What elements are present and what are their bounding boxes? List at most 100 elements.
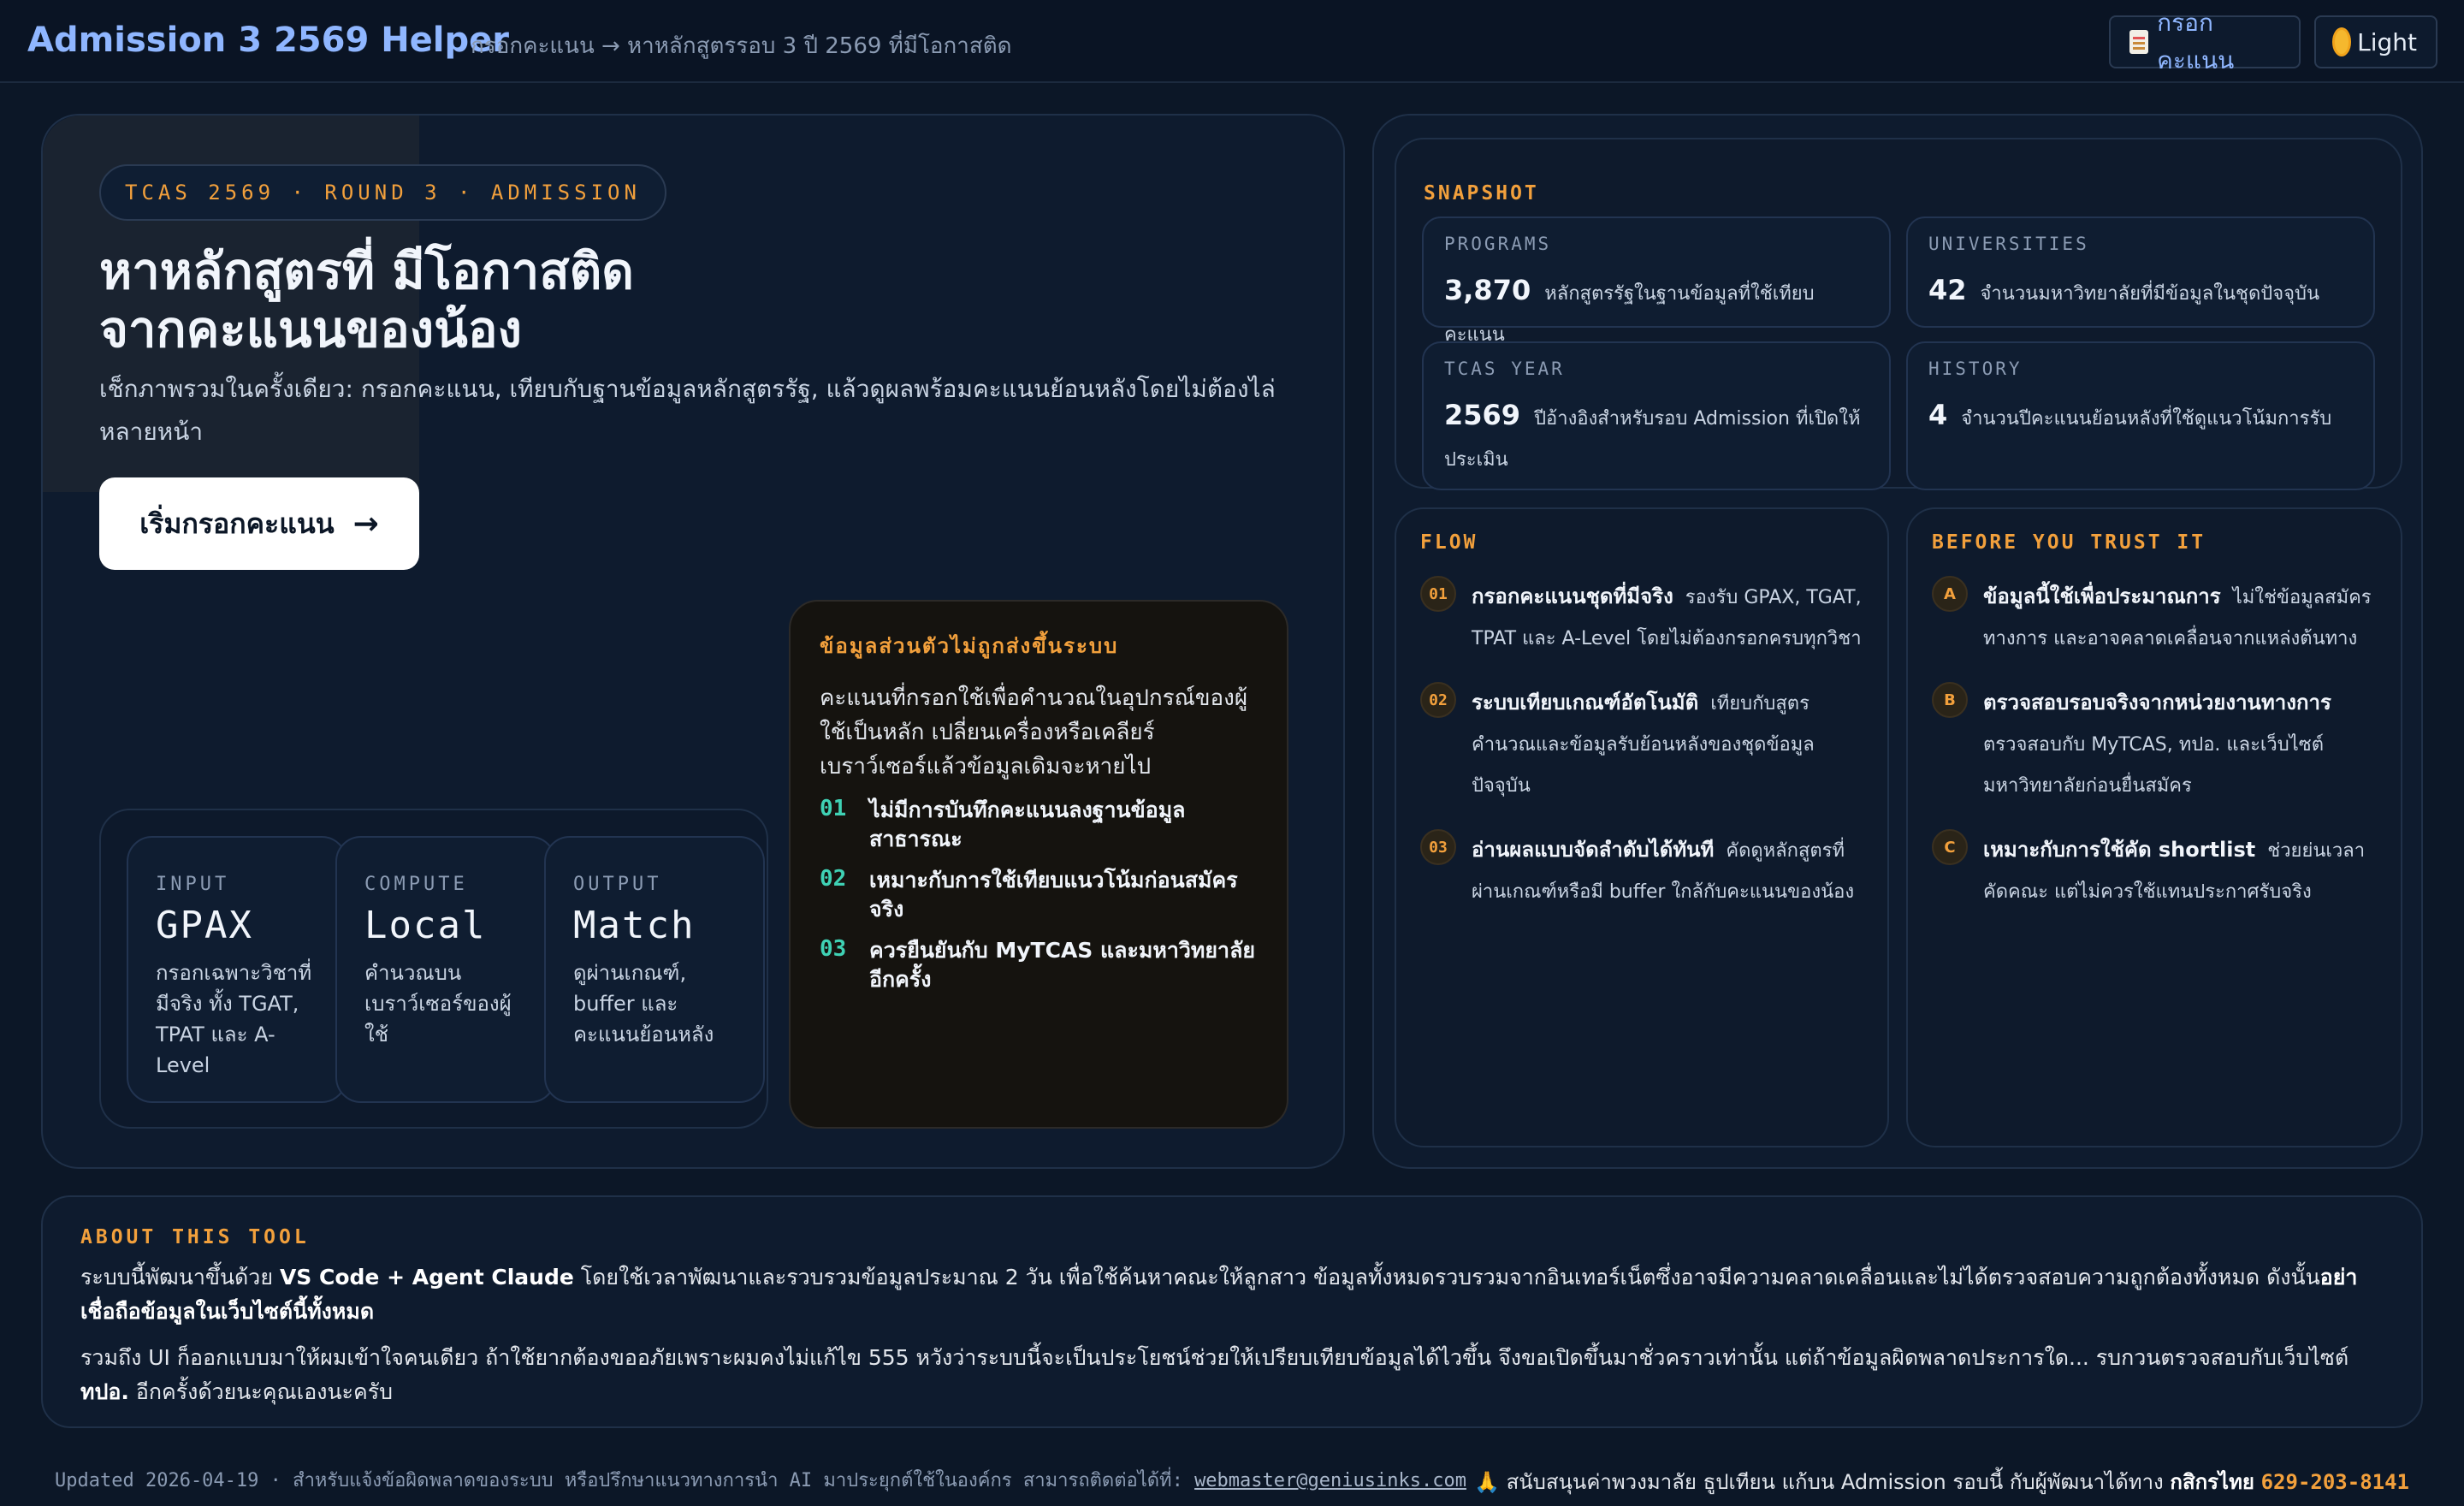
card-value: Local — [364, 904, 487, 947]
flow-step: 02 ระบบเทียบเกณฑ์อัตโนมัติ เทียบกับสูตรคำ… — [1420, 682, 1863, 807]
item-number: 02 — [820, 866, 847, 892]
item-number: 01 — [820, 796, 847, 821]
step-title: เหมาะกับการใช้คัด shortlist — [1983, 838, 2256, 862]
trust-section: BEFORE YOU TRUST IT A ข้อมูลนี้ใช้เพื่อป… — [1906, 507, 2402, 1147]
step-badge: B — [1932, 682, 1968, 718]
document-icon — [2129, 30, 2149, 54]
about-text: โดยใช้เวลาพัฒนาและรวบรวมข้อมูลประมาณ 2 ว… — [573, 1265, 2320, 1290]
about-section: ABOUT THIS TOOL ระบบนี้พัฒนาขึ้นด้วย VS … — [41, 1195, 2423, 1428]
about-emphasis: VS Code + Agent Claude — [279, 1265, 574, 1290]
card-description: คำนวณบนเบราว์เซอร์ของผู้ใช้ — [364, 961, 512, 1046]
privacy-item: 01 ไม่มีการบันทึกคะแนนลงฐานข้อมูลสาธารณะ — [820, 796, 1258, 854]
stat-key: TCAS YEAR — [1444, 359, 1565, 379]
stat-tcas-year: TCAS YEAR 2569 ปีอ้างอิงสำหรับรอบ Admissi… — [1422, 341, 1891, 490]
card-value: GPAX — [156, 904, 253, 947]
top-bar: Admission 3 2569 Helper กรอกคะแนน → หาหล… — [0, 0, 2464, 83]
about-heading: ABOUT THIS TOOL — [80, 1226, 310, 1248]
contact-email-link[interactable]: webmaster@geniusinks.com — [1194, 1470, 1466, 1491]
card-description: ดูผ่านเกณฑ์, buffer และคะแนนย้อนหลัง — [573, 961, 714, 1046]
about-text: รวมถึง UI ก็ออกแบบมาให้ผมเข้าใจคนเดียว ถ… — [80, 1345, 2349, 1370]
input-card: INPUT GPAX กรอกเฉพาะวิชาที่มีจริง ทั้ง T… — [127, 836, 347, 1103]
stat-value: 3,870 — [1444, 274, 1531, 306]
flow-section: FLOW 01 กรอกคะแนนชุดที่มีจริง รองรับ GPAX… — [1395, 507, 1889, 1147]
privacy-heading: ข้อมูลส่วนตัวไม่ถูกส่งขึ้นระบบ — [820, 634, 1119, 658]
footer-right: 🙏 สนับสนุนค่าพวงมาลัย ธูปเทียน แก้บน Adm… — [1474, 1465, 2409, 1498]
app-title[interactable]: Admission 3 2569 Helper — [27, 21, 509, 60]
card-description: กรอกเฉพาะวิชาที่มีจริง ทั้ง TGAT, TPAT แ… — [156, 961, 312, 1077]
flow-step: 03 อ่านผลแบบจัดลำดับได้ทันที คัดดูหลักสูต… — [1420, 829, 1863, 913]
privacy-item: 02 เหมาะกับการใช้เทียบแนวโน้มก่อนสมัครจร… — [820, 866, 1258, 924]
stat-history: HISTORY 4 จำนวนปีคะแนนย้อนหลังที่ใช้ดูแนว… — [1906, 341, 2375, 490]
about-paragraph-2: รวมถึง UI ก็ออกแบบมาให้ผมเข้าใจคนเดียว ถ… — [80, 1341, 2384, 1409]
step-badge: C — [1932, 829, 1968, 865]
step-text: เหมาะกับการใช้คัด shortlist ช่วยย่นเวลาคั… — [1983, 829, 2377, 913]
card-value: Match — [573, 904, 696, 947]
flow-heading: FLOW — [1420, 531, 1478, 554]
item-text: ควรยืนยันกับ MyTCAS และมหาวิทยาลัยอีกครั… — [869, 938, 1256, 992]
hero-title-line-2: จากคะแนนของน้อง — [99, 300, 522, 359]
step-badge: 02 — [1420, 682, 1456, 718]
round-tag: TCAS 2569 · ROUND 3 · ADMISSION — [99, 164, 666, 221]
stat-key: PROGRAMS — [1444, 234, 1552, 254]
step-title: ระบบเทียบเกณฑ์อัตโนมัติ — [1472, 691, 1699, 714]
stat-key: HISTORY — [1928, 359, 2023, 379]
snapshot-section: SNAPSHOT PROGRAMS 3,870 หลักสูตรรัฐในฐานข… — [1395, 138, 2402, 490]
bank-account: 629-203-8141 — [2260, 1470, 2409, 1494]
item-text: ไม่มีการบันทึกคะแนนลงฐานข้อมูลสาธารณะ — [869, 797, 1186, 851]
info-panel: SNAPSHOT PROGRAMS 3,870 หลักสูตรรัฐในฐานข… — [1372, 114, 2423, 1169]
item-number: 03 — [820, 936, 847, 962]
stat-value: 4 — [1928, 399, 1948, 431]
card-key: OUTPUT — [573, 874, 662, 895]
about-paragraph-1: ระบบนี้พัฒนาขึ้นด้วย VS Code + Agent Cla… — [80, 1260, 2384, 1329]
stat-value: 2569 — [1444, 399, 1521, 431]
item-text: เหมาะกับการใช้เทียบแนวโน้มก่อนสมัครจริง — [869, 868, 1238, 922]
stat-line: 2569 ปีอ้างอิงสำหรับรอบ Admission ที่เปิด… — [1444, 394, 1869, 481]
start-entry-button[interactable]: เริ่มกรอกคะแนน → — [99, 477, 419, 570]
step-text: กรอกคะแนนชุดที่มีจริง รองรับ GPAX, TGAT, … — [1472, 576, 1863, 660]
step-text: ตรวจสอบรอบจริงจากหน่วยงานทางการตรวจสอบกั… — [1983, 682, 2377, 807]
flow-step: 01 กรอกคะแนนชุดที่มีจริง รองรับ GPAX, TGA… — [1420, 576, 1863, 660]
card-key: INPUT — [156, 874, 230, 895]
step-title: อ่านผลแบบจัดลำดับได้ทันที — [1472, 838, 1715, 862]
output-card: OUTPUT Match ดูผ่านเกณฑ์, buffer และคะแน… — [544, 836, 765, 1103]
stat-line: 42 จำนวนมหาวิทยาลัยที่มีข้อมูลในชุดปัจจุบ… — [1928, 270, 2353, 315]
score-entry-button[interactable]: กรอกคะแนน — [2109, 9, 2301, 74]
sun-icon — [2335, 30, 2349, 54]
compute-card: COMPUTE Local คำนวณบนเบราว์เซอร์ของผู้ใช… — [335, 836, 556, 1103]
footer-note: Updated 2026-04-19 · สำหรับแจ้งข้อผิดพลา… — [55, 1470, 1195, 1491]
footer-left: Updated 2026-04-19 · สำหรับแจ้งข้อผิดพลา… — [55, 1465, 1466, 1495]
privacy-body: คะแนนที่กรอกใช้เพื่อคำนวณในอุปกรณ์ของผู้… — [820, 685, 1248, 780]
score-entry-label: กรอกคะแนน — [2157, 9, 2235, 74]
trust-heading: BEFORE YOU TRUST IT — [1932, 531, 2206, 554]
about-text: อีกครั้งด้วยนะคุณเองนะครับ — [128, 1379, 393, 1404]
step-description: ตรวจสอบกับ MyTCAS, ทปอ. และเว็บไซต์มหาวิ… — [1983, 734, 2325, 797]
step-text: ข้อมูลนี้ใช้เพื่อประมาณการ ไม่ใช่ข้อมูลสม… — [1983, 576, 2377, 660]
stat-universities: UNIVERSITIES 42 จำนวนมหาวิทยาลัยที่มีข้อม… — [1906, 216, 2375, 328]
step-badge: 01 — [1420, 576, 1456, 612]
pipeline-cards: INPUT GPAX กรอกเฉพาะวิชาที่มีจริง ทั้ง T… — [99, 809, 768, 1129]
stat-programs: PROGRAMS 3,870 หลักสูตรรัฐในฐานข้อมูลที่ใ… — [1422, 216, 1891, 346]
trust-step: C เหมาะกับการใช้คัด shortlist ช่วยย่นเวลา… — [1932, 829, 2377, 913]
bank-name: กสิกรไทย — [2170, 1470, 2254, 1494]
start-entry-label: เริ่มกรอกคะแนน — [139, 507, 335, 540]
step-badge: 03 — [1420, 829, 1456, 865]
hero-panel: TCAS 2569 · ROUND 3 · ADMISSION หาหลักสู… — [41, 114, 1345, 1169]
breadcrumb: กรอกคะแนน → หาหลักสูตรรอบ 3 ปี 2569 ที่ม… — [471, 33, 1012, 59]
stat-description: จำนวนมหาวิทยาลัยที่มีข้อมูลในชุดปัจจุบัน — [1980, 283, 2320, 305]
trust-step: B ตรวจสอบรอบจริงจากหน่วยงานทางการตรวจสอบ… — [1932, 682, 2377, 807]
trust-step: A ข้อมูลนี้ใช้เพื่อประมาณการ ไม่ใช่ข้อมูล… — [1932, 576, 2377, 660]
step-text: ระบบเทียบเกณฑ์อัตโนมัติ เทียบกับสูตรคำนวณ… — [1472, 682, 1863, 807]
about-text: ระบบนี้พัฒนาขึ้นด้วย — [80, 1265, 280, 1290]
step-text: อ่านผลแบบจัดลำดับได้ทันที คัดดูหลักสูตรที… — [1472, 829, 1863, 913]
step-title: ตรวจสอบรอบจริงจากหน่วยงานทางการ — [1983, 691, 2331, 714]
hero-title-line-1: หาหลักสูตรที่ มีโอกาสติด — [99, 242, 634, 300]
stat-value: 42 — [1928, 274, 1967, 306]
step-title: ข้อมูลนี้ใช้เพื่อประมาณการ — [1983, 584, 2221, 608]
theme-toggle-button[interactable]: Light — [2314, 15, 2437, 68]
stat-key: UNIVERSITIES — [1928, 234, 2089, 254]
stat-line: 4 จำนวนปีคะแนนย้อนหลังที่ใช้ดูแนวโน้มการร… — [1928, 394, 2353, 440]
step-title: กรอกคะแนนชุดที่มีจริง — [1472, 584, 1673, 608]
step-badge: A — [1932, 576, 1968, 612]
donation-note: 🙏 สนับสนุนค่าพวงมาลัย ธูปเทียน แก้บน Adm… — [1474, 1470, 2171, 1494]
hero-subtitle: เช็กภาพรวมในครั้งเดียว: กรอกคะแนน, เทียบ… — [99, 375, 1276, 446]
